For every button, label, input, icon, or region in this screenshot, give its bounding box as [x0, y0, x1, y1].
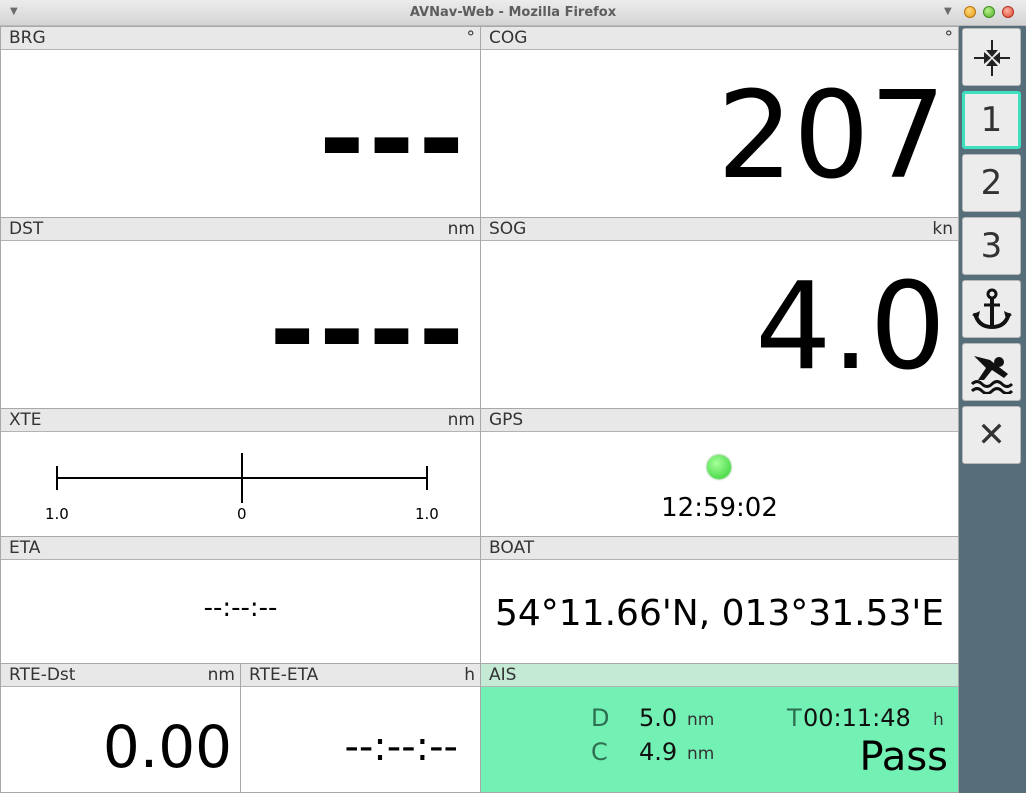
maximize-button[interactable]: [983, 6, 995, 18]
anchor-icon: [971, 288, 1012, 330]
brg-unit: °: [466, 28, 476, 48]
rte-dst-unit: nm: [207, 665, 235, 685]
collapse-arrows-icon: [973, 40, 1010, 76]
boat-position-value: 54°11.66'N, 013°31.53'E: [495, 593, 944, 634]
right-sidebar: 1 2 3 ✕: [959, 26, 1026, 793]
sog-header: SOG kn: [481, 218, 958, 241]
eta-value: --:--:--: [203, 593, 278, 623]
ais-time-value: 00:11:48: [803, 704, 911, 732]
ais-header: AIS: [481, 664, 958, 687]
rte-eta-label: RTE-ETA: [249, 665, 319, 685]
page-2-button[interactable]: 2: [962, 154, 1021, 212]
ais-distance-label: D: [591, 704, 610, 732]
rte-eta-value: --:--:--: [344, 724, 458, 770]
gps-widget[interactable]: GPS 12:59:02: [480, 408, 959, 537]
ais-distance-value: 5.0: [639, 704, 678, 732]
xte-label: XTE: [9, 410, 42, 430]
ais-distance-unit: nm: [687, 710, 715, 730]
rte-dst-value: 0.00: [102, 713, 232, 781]
man-overboard-button[interactable]: [962, 343, 1021, 401]
xte-center-label: 0: [237, 505, 247, 523]
rte-dst-header: RTE-Dst nm: [1, 664, 240, 687]
collapse-button[interactable]: [962, 28, 1021, 86]
rte-eta-widget[interactable]: RTE-ETA h --:--:--: [240, 663, 481, 793]
page-3-button[interactable]: 3: [962, 217, 1021, 275]
rte-eta-unit: h: [464, 665, 475, 685]
boat-label: BOAT: [489, 538, 535, 558]
xte-widget[interactable]: XTE nm 1.0 0 1.0: [0, 408, 481, 537]
ais-time-label: T: [787, 704, 802, 732]
rte-dst-label: RTE-Dst: [9, 665, 76, 685]
ais-label: AIS: [489, 665, 517, 685]
ais-status: Pass: [859, 734, 948, 780]
sog-label: SOG: [489, 219, 527, 239]
sog-value: 4.0: [755, 258, 946, 397]
xte-unit: nm: [447, 410, 475, 430]
boat-position-widget[interactable]: BOAT 54°11.66'N, 013°31.53'E: [480, 536, 959, 664]
cog-widget[interactable]: COG ° 207: [480, 26, 959, 218]
window-titlebar: ▼ AVNav-Web - Mozilla Firefox ▼: [0, 0, 1026, 26]
page-1-button[interactable]: 1: [962, 91, 1021, 149]
xte-right-label: 1.0: [415, 505, 439, 523]
cog-header: COG °: [481, 27, 958, 50]
gps-time: 12:59:02: [661, 493, 778, 523]
sog-widget[interactable]: SOG kn 4.0: [480, 217, 959, 409]
ais-course-value: 4.9: [639, 738, 678, 766]
eta-label: ETA: [9, 538, 41, 558]
minimize-button[interactable]: [964, 6, 976, 18]
gps-header: GPS: [481, 409, 958, 432]
xte-left-label: 1.0: [45, 505, 69, 523]
brg-widget[interactable]: BRG ° ---: [0, 26, 481, 218]
swimmer-icon: [970, 356, 1013, 395]
brg-label: BRG: [9, 28, 46, 48]
dst-header: DST nm: [1, 218, 480, 241]
eta-header: ETA: [1, 537, 480, 560]
window-dropdown-icon[interactable]: ▼: [944, 6, 952, 17]
close-button[interactable]: ✕: [962, 406, 1021, 464]
ais-course-unit: nm: [687, 744, 715, 764]
boat-header: BOAT: [481, 537, 958, 560]
rte-eta-header: RTE-ETA h: [241, 664, 480, 687]
gps-label: GPS: [489, 410, 524, 430]
brg-header: BRG °: [1, 27, 480, 50]
cog-unit: °: [944, 28, 954, 48]
rte-dst-widget[interactable]: RTE-Dst nm 0.00: [0, 663, 241, 793]
ais-time-unit: h: [933, 710, 944, 730]
gps-status-indicator: [707, 455, 731, 479]
brg-value: ---: [319, 75, 468, 203]
cog-label: COG: [489, 28, 528, 48]
close-window-button[interactable]: [1002, 6, 1014, 18]
dst-unit: nm: [447, 219, 475, 239]
dst-label: DST: [9, 219, 44, 239]
ais-widget[interactable]: AIS D 5.0 nm C 4.9 nm T 00:11:48 h Pass: [480, 663, 959, 793]
eta-widget[interactable]: ETA --:--:--: [0, 536, 481, 664]
window-title: AVNav-Web - Mozilla Firefox: [409, 5, 617, 20]
close-icon: ✕: [977, 415, 1006, 455]
ais-course-label: C: [591, 738, 608, 766]
dst-value: ----: [269, 266, 468, 394]
sog-unit: kn: [932, 219, 953, 239]
anchor-button[interactable]: [962, 280, 1021, 338]
cog-value: 207: [716, 67, 946, 206]
dst-widget[interactable]: DST nm ----: [0, 217, 481, 409]
xte-header: XTE nm: [1, 409, 480, 432]
